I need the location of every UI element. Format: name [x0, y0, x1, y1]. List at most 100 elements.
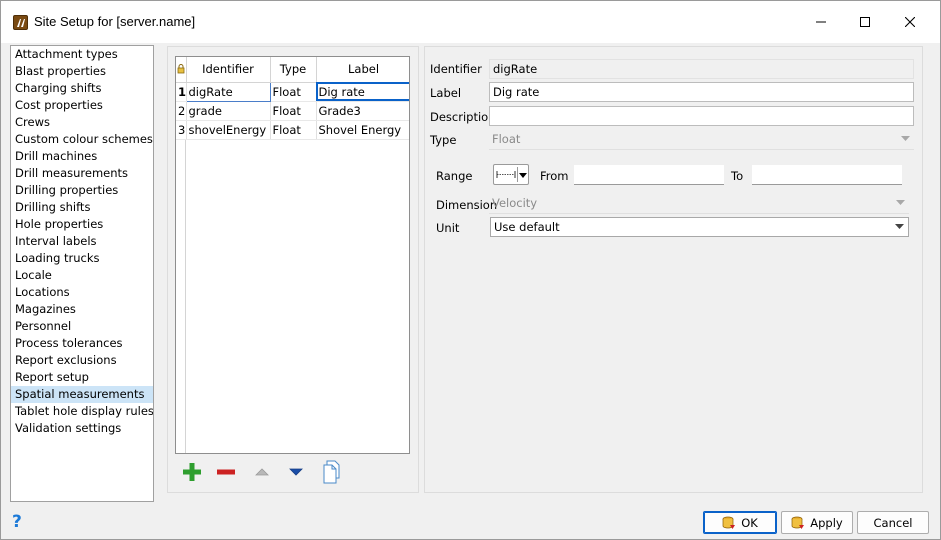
copy-button[interactable]: [319, 459, 345, 485]
title-bar[interactable]: Site Setup for [server.name]: [1, 1, 940, 43]
minimize-icon: [816, 21, 826, 23]
from-input[interactable]: [574, 165, 724, 185]
chevron-down-icon: [519, 173, 527, 178]
close-icon: [905, 17, 915, 27]
range-interval-icon: [496, 171, 516, 178]
row-header-strip: [176, 140, 186, 453]
lock-icon: [177, 64, 185, 74]
column-header-identifier[interactable]: Identifier: [186, 57, 271, 83]
category-item[interactable]: Drill measurements: [11, 165, 153, 182]
label-label: Label: [430, 86, 462, 100]
category-item[interactable]: Charging shifts: [11, 80, 153, 97]
category-item[interactable]: Drilling shifts: [11, 199, 153, 216]
range-type-dropdown[interactable]: [493, 164, 529, 185]
lock-column-header: [176, 57, 187, 83]
move-up-button[interactable]: [249, 459, 275, 485]
category-item[interactable]: Tablet hole display rules: [11, 403, 153, 420]
identifier-field: digRate: [489, 59, 914, 79]
category-item[interactable]: Drill machines: [11, 148, 153, 165]
chevron-down-icon: [895, 224, 904, 229]
remove-button[interactable]: [213, 459, 239, 485]
dimension-label: Dimension: [436, 198, 498, 212]
ok-label: OK: [741, 515, 758, 530]
unit-label: Unit: [436, 221, 460, 235]
move-down-button[interactable]: [283, 459, 309, 485]
database-icon: [791, 516, 805, 529]
dimension-dropdown: Velocity: [489, 194, 909, 214]
table-row[interactable]: 3 shovelEnergy Float Shovel Energy: [176, 120, 409, 140]
category-item[interactable]: Personnel: [11, 318, 153, 335]
from-label: From: [540, 169, 569, 183]
category-item[interactable]: Interval labels: [11, 233, 153, 250]
close-button[interactable]: [887, 1, 933, 43]
maximize-button[interactable]: [842, 1, 888, 43]
category-item[interactable]: Process tolerances: [11, 335, 153, 352]
plus-icon: [183, 463, 201, 481]
category-item[interactable]: Loading trucks: [11, 250, 153, 267]
category-item[interactable]: Report exclusions: [11, 352, 153, 369]
to-label: To: [731, 169, 744, 183]
category-item[interactable]: Locale: [11, 267, 153, 284]
site-setup-window: Site Setup for [server.name] Attachment …: [0, 0, 941, 540]
help-icon[interactable]: ?: [12, 512, 22, 532]
cell-label[interactable]: Grade3: [316, 101, 409, 121]
type-value: Float: [492, 132, 521, 146]
category-item[interactable]: Spatial measurements: [11, 386, 153, 403]
category-item[interactable]: Attachment types: [11, 46, 153, 63]
category-item[interactable]: Report setup: [11, 369, 153, 386]
category-item[interactable]: Magazines: [11, 301, 153, 318]
app-logo-icon: [13, 15, 28, 30]
category-item[interactable]: Hole properties: [11, 216, 153, 233]
database-icon: [722, 516, 736, 529]
cancel-button[interactable]: Cancel: [857, 511, 929, 534]
category-list[interactable]: Attachment types Blast properties Charging…: [10, 45, 154, 502]
copy-icon: [323, 460, 340, 484]
column-header-type[interactable]: Type: [270, 57, 317, 83]
cell-identifier[interactable]: shovelEnergy: [186, 120, 271, 140]
window-title: Site Setup for [server.name]: [34, 14, 196, 29]
table-row[interactable]: 1 digRate Float Dig rate: [176, 81, 409, 102]
cell-identifier[interactable]: digRate: [185, 81, 271, 102]
apply-button[interactable]: Apply: [781, 511, 853, 534]
column-header-label[interactable]: Label: [316, 57, 409, 83]
row-number: 1: [176, 82, 187, 102]
description-label: Description: [430, 110, 496, 124]
description-input[interactable]: [489, 106, 914, 126]
type-label: Type: [430, 133, 457, 147]
label-input[interactable]: Dig rate: [489, 82, 914, 102]
maximize-icon: [860, 17, 870, 27]
apply-label: Apply: [810, 515, 843, 530]
ok-button[interactable]: OK: [703, 511, 777, 534]
cell-label[interactable]: Dig rate: [316, 82, 409, 102]
category-item[interactable]: Validation settings: [11, 420, 153, 437]
chevron-down-icon: [901, 136, 910, 141]
minimize-button[interactable]: [798, 1, 844, 43]
dimension-value: Velocity: [492, 196, 538, 210]
table-row[interactable]: 2 grade Float Grade3: [176, 101, 409, 121]
minus-icon: [217, 469, 235, 475]
cell-identifier[interactable]: grade: [186, 101, 271, 121]
category-item[interactable]: Locations: [11, 284, 153, 301]
cell-type[interactable]: Float: [270, 82, 317, 102]
triangle-up-icon: [255, 468, 269, 476]
identifier-label: Identifier: [430, 62, 482, 76]
cell-label[interactable]: Shovel Energy: [316, 120, 409, 140]
unit-value: Use default: [494, 220, 560, 234]
cell-type[interactable]: Float: [270, 101, 317, 121]
row-number: 3: [176, 120, 187, 140]
category-item[interactable]: Custom colour schemes: [11, 131, 153, 148]
category-item[interactable]: Drilling properties: [11, 182, 153, 199]
divider: [517, 167, 518, 182]
measurements-grid[interactable]: Identifier Type Label 1 digRate Float Di…: [175, 56, 410, 454]
range-label: Range: [436, 169, 473, 183]
add-button[interactable]: [179, 459, 205, 485]
category-item[interactable]: Cost properties: [11, 97, 153, 114]
cell-type[interactable]: Float: [270, 120, 317, 140]
to-input[interactable]: [752, 165, 902, 185]
cancel-label: Cancel: [873, 515, 913, 530]
category-item[interactable]: Blast properties: [11, 63, 153, 80]
type-dropdown: Float: [489, 130, 914, 150]
category-item[interactable]: Crews: [11, 114, 153, 131]
unit-dropdown[interactable]: Use default: [490, 217, 909, 237]
chevron-down-icon: [896, 200, 905, 205]
